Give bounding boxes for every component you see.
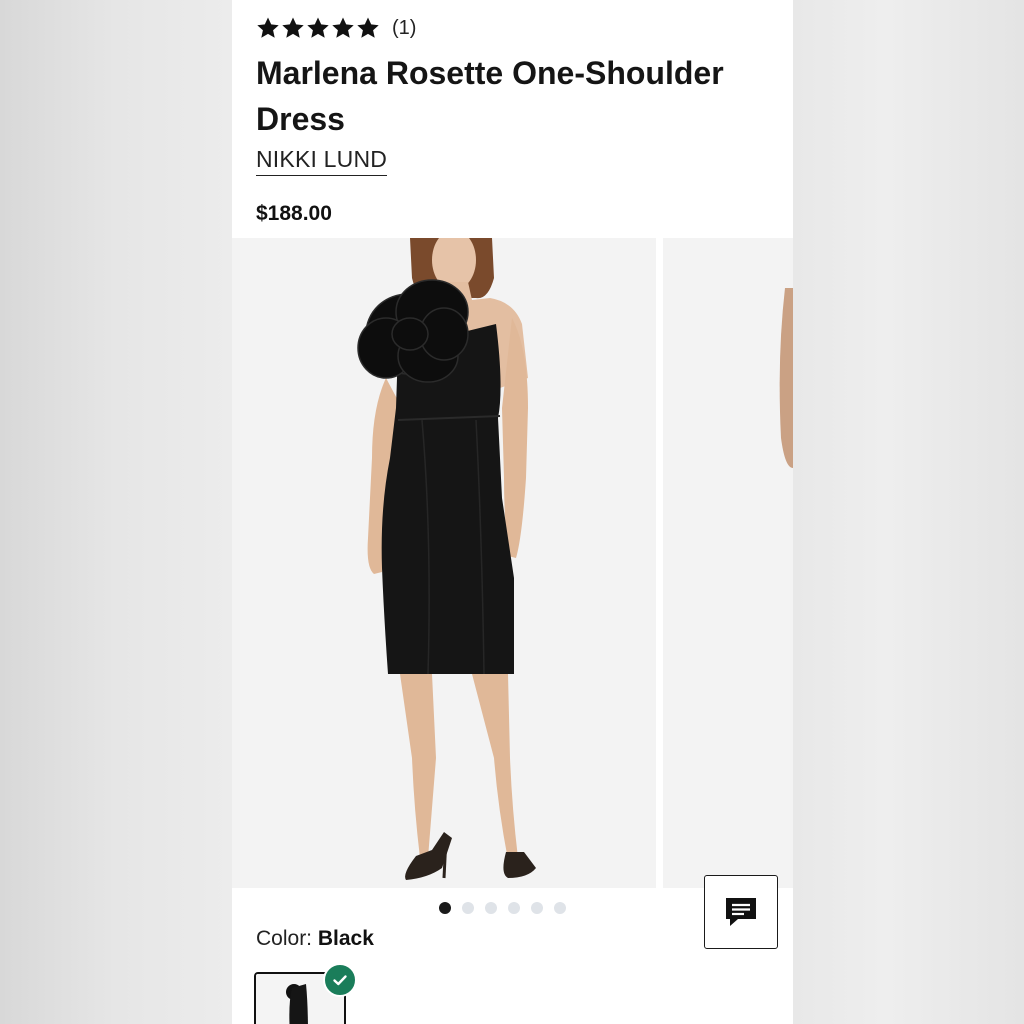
rating-count: (1) <box>392 16 417 39</box>
carousel-dot[interactable] <box>508 902 520 914</box>
product-image-next[interactable] <box>663 238 793 888</box>
star-icon <box>282 17 304 38</box>
dress-model-photo <box>232 238 656 888</box>
product-page: (1) Marlena Rosette One-Shoulder Dress N… <box>232 0 793 1024</box>
star-icon <box>307 17 329 38</box>
chat-button[interactable] <box>704 875 778 949</box>
chat-icon <box>726 898 756 926</box>
color-selection-label: Color: Black <box>256 927 374 951</box>
rating-stars <box>256 16 380 40</box>
product-rating[interactable]: (1) <box>256 16 416 40</box>
background-left <box>0 0 232 1024</box>
star-icon <box>357 17 379 38</box>
background-right <box>793 0 1024 1024</box>
carousel-pagination <box>439 902 566 914</box>
carousel-dot[interactable] <box>554 902 566 914</box>
brand-link[interactable]: NIKKI LUND <box>256 146 388 176</box>
star-icon <box>257 17 279 38</box>
carousel-dot[interactable] <box>462 902 474 914</box>
color-value: Black <box>317 927 374 950</box>
carousel-dot[interactable] <box>439 902 451 914</box>
next-photo-preview <box>663 238 793 888</box>
carousel-dot[interactable] <box>485 902 497 914</box>
product-title: Marlena Rosette One-Shoulder Dress <box>256 55 724 137</box>
color-label-prefix: Color: <box>256 927 313 950</box>
carousel-dot[interactable] <box>531 902 543 914</box>
check-icon <box>333 975 347 986</box>
selected-check-badge <box>323 963 357 997</box>
product-image-main[interactable] <box>232 238 656 888</box>
star-icon <box>332 17 354 38</box>
product-price: $188.00 <box>256 202 332 225</box>
image-carousel[interactable] <box>232 238 793 888</box>
